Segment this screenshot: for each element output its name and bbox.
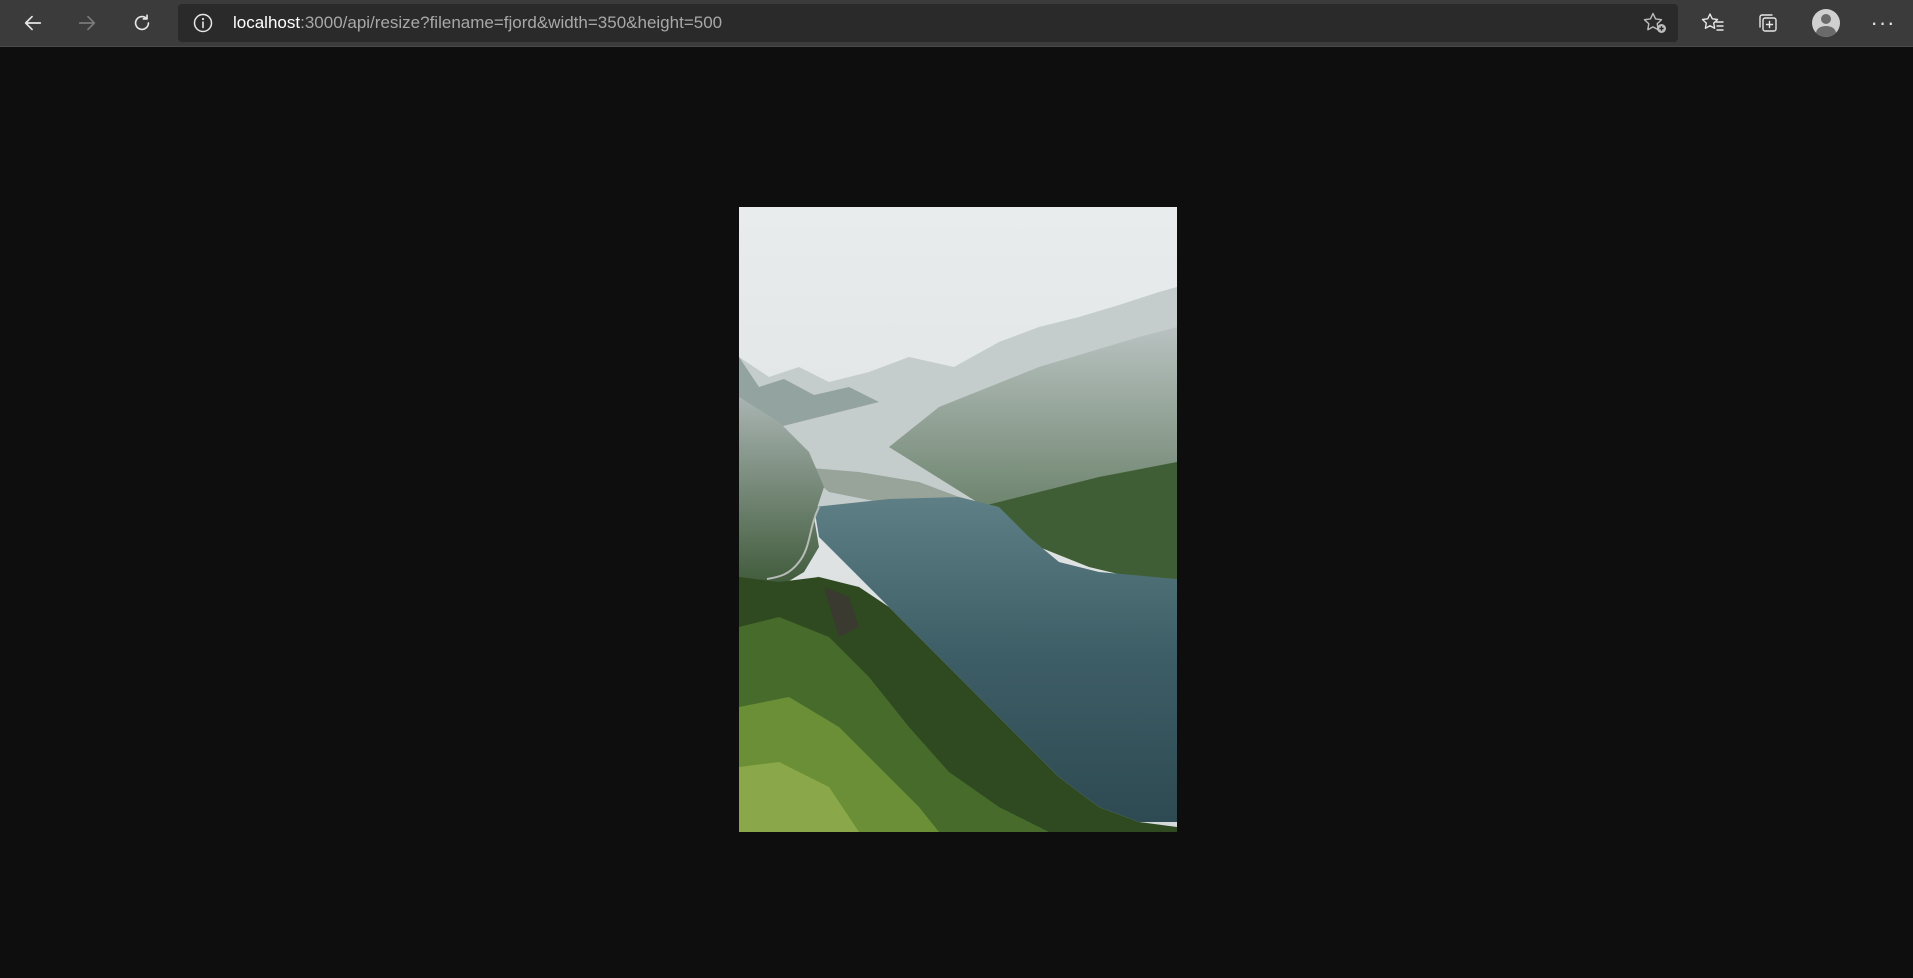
star-add-icon xyxy=(1643,12,1666,33)
forward-button[interactable] xyxy=(69,6,105,40)
arrow-right-icon xyxy=(78,15,96,31)
back-button[interactable] xyxy=(15,6,51,40)
url-host: localhost xyxy=(233,13,301,32)
info-icon[interactable] xyxy=(192,12,214,34)
collections-button[interactable] xyxy=(1748,6,1788,40)
refresh-button[interactable] xyxy=(124,6,160,40)
address-bar[interactable]: localhost:3000/api/resize?filename=fjord… xyxy=(178,4,1678,42)
browser-toolbar: localhost:3000/api/resize?filename=fjord… xyxy=(0,0,1913,47)
more-icon: ··· xyxy=(1870,10,1896,35)
more-button[interactable]: ··· xyxy=(1863,6,1903,40)
favorites-button[interactable] xyxy=(1693,6,1733,40)
add-favorite-button[interactable] xyxy=(1642,11,1668,35)
arrow-left-icon xyxy=(24,15,42,31)
url-text[interactable]: localhost:3000/api/resize?filename=fjord… xyxy=(233,4,722,42)
displayed-image xyxy=(739,207,1177,832)
collections-icon xyxy=(1759,14,1777,32)
fjord-image xyxy=(739,207,1177,832)
url-path: :3000/api/resize?filename=fjord&width=35… xyxy=(300,13,723,32)
profile-button[interactable] xyxy=(1806,6,1846,40)
refresh-icon xyxy=(134,14,150,31)
profile-avatar xyxy=(1812,9,1840,37)
favorites-icon xyxy=(1701,13,1724,31)
